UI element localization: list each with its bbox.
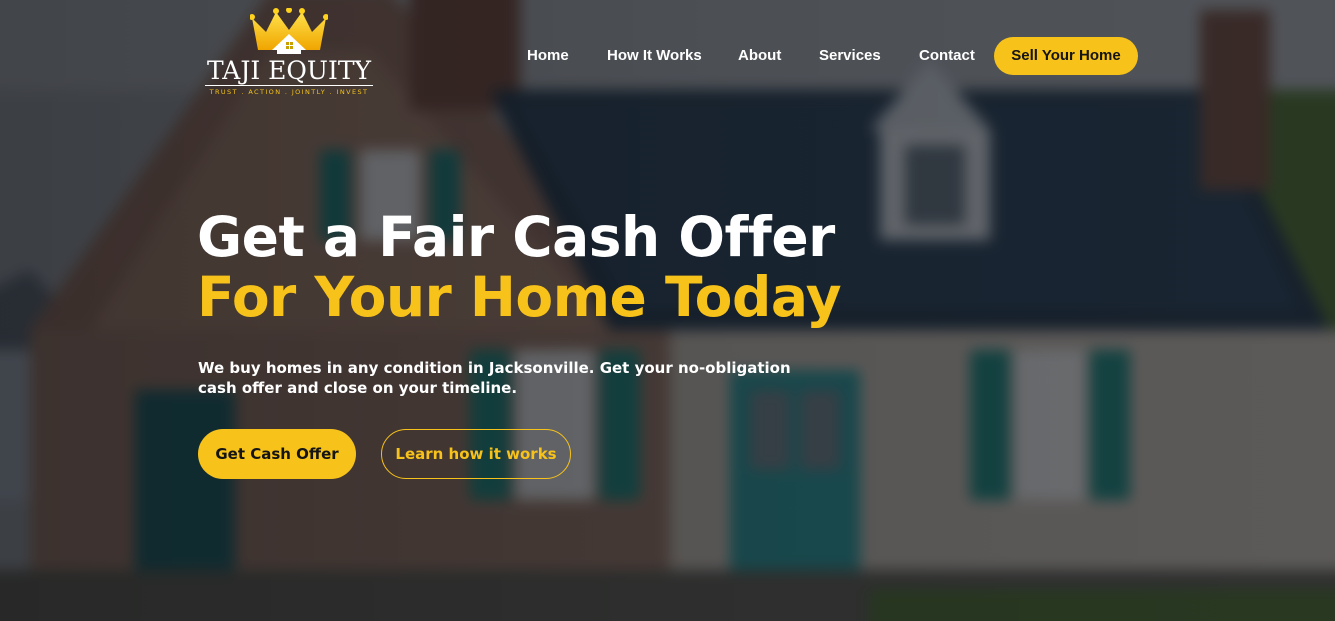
nav-how-it-works[interactable]: How It Works bbox=[607, 37, 702, 75]
site-header: TAJI EQUITY TRUST . ACTION . JOINTLY . I… bbox=[0, 0, 1335, 104]
nav-contact[interactable]: Contact bbox=[919, 37, 975, 75]
hero-headline: Get a Fair Cash Offer bbox=[197, 205, 835, 269]
nav-about[interactable]: About bbox=[738, 37, 781, 75]
page: TAJI EQUITY TRUST . ACTION . JOINTLY . I… bbox=[0, 0, 1335, 621]
logo-tagline: TRUST . ACTION . JOINTLY . INVEST bbox=[209, 88, 369, 96]
hero-subtitle: We buy homes in any condition in Jackson… bbox=[198, 359, 791, 397]
crown-house-icon bbox=[250, 8, 328, 54]
nav-services[interactable]: Services bbox=[819, 37, 881, 75]
hero-headline-accent: For Your Home Today bbox=[197, 265, 842, 329]
get-cash-offer-button[interactable]: Get Cash Offer bbox=[198, 429, 356, 479]
logo-wordmark: TAJI EQUITY bbox=[206, 56, 372, 85]
sell-your-home-button[interactable]: Sell Your Home bbox=[994, 37, 1138, 75]
site-logo[interactable]: TAJI EQUITY TRUST . ACTION . JOINTLY . I… bbox=[203, 8, 375, 98]
logo-divider bbox=[205, 85, 373, 86]
nav-home[interactable]: Home bbox=[527, 37, 569, 75]
learn-how-it-works-button[interactable]: Learn how it works bbox=[381, 429, 571, 479]
